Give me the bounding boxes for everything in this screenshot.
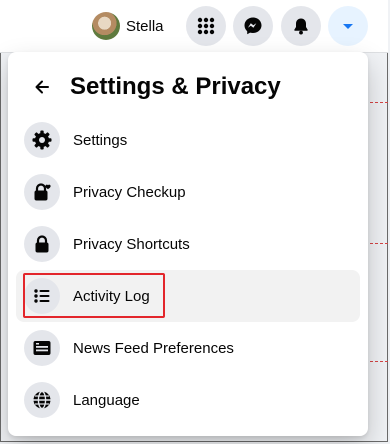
- feed-icon: [24, 330, 60, 366]
- back-arrow-icon: [35, 80, 49, 94]
- menu-item-settings[interactable]: Settings: [16, 114, 360, 166]
- panel-title: Settings & Privacy: [70, 73, 281, 100]
- menu-item-privacy-checkup[interactable]: Privacy Checkup: [16, 166, 360, 218]
- bell-icon: [294, 18, 308, 35]
- menu-item-label: Settings: [73, 131, 128, 149]
- highlight-box: [23, 273, 165, 318]
- lock-icon: [24, 226, 60, 262]
- notifications-button[interactable]: [281, 6, 321, 46]
- panel-header: Settings & Privacy: [8, 52, 368, 122]
- menu-item-language[interactable]: Language: [16, 374, 360, 426]
- edge-mark: [370, 361, 388, 363]
- menu-item-privacy-shortcuts[interactable]: Privacy Shortcuts: [16, 218, 360, 270]
- globe-icon: [24, 382, 60, 418]
- menu-item-news-feed-preferences[interactable]: News Feed Preferences: [16, 322, 360, 374]
- settings-menu: Settings Privacy Checkup Privacy Shortcu…: [16, 114, 360, 426]
- menu-item-activity-log[interactable]: Activity Log: [16, 270, 360, 322]
- messenger-button[interactable]: [233, 6, 273, 46]
- settings-privacy-panel: Settings & Privacy Settings Privacy Chec…: [8, 52, 368, 436]
- account-menu-button[interactable]: [328, 6, 368, 46]
- menu-item-label: Language: [73, 391, 140, 409]
- messenger-icon: [244, 17, 262, 35]
- profile-name: Stella: [126, 17, 164, 35]
- menu-item-label: Privacy Checkup: [73, 183, 186, 201]
- menu-button[interactable]: [186, 6, 226, 46]
- gear-icon: [24, 122, 60, 158]
- back-button[interactable]: [24, 69, 60, 105]
- menu-item-label: Privacy Shortcuts: [73, 235, 190, 253]
- menu-grid-icon: [197, 17, 215, 35]
- top-header: Stella: [0, 0, 388, 53]
- profile-chip[interactable]: Stella: [88, 8, 178, 44]
- lock-heart-icon: [24, 174, 60, 210]
- edge-mark: [370, 102, 388, 104]
- avatar: [92, 12, 120, 40]
- caret-down-icon: [343, 24, 353, 29]
- menu-item-label: News Feed Preferences: [73, 339, 234, 357]
- edge-mark: [370, 243, 388, 245]
